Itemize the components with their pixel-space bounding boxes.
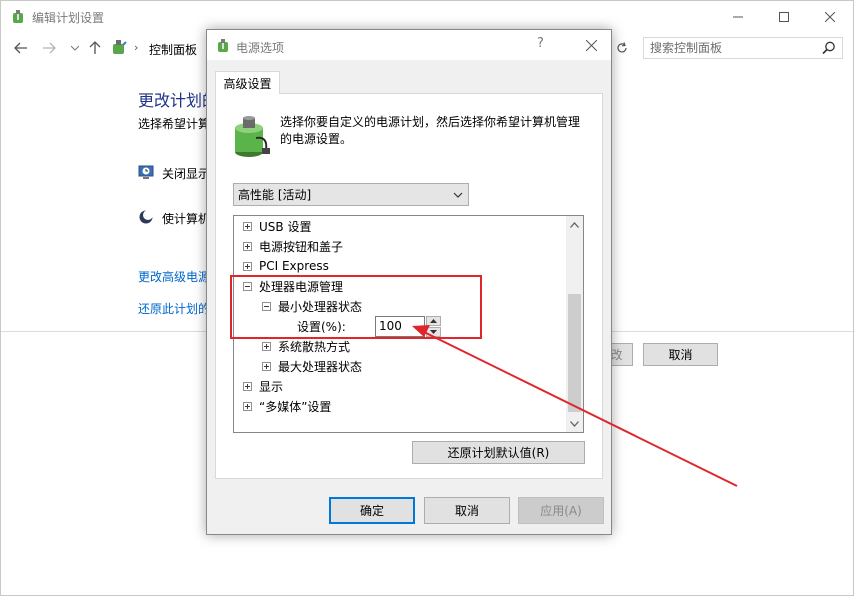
- minimize-button[interactable]: [715, 1, 761, 32]
- display-off-label: 关闭显示: [162, 167, 211, 181]
- tree-item-power-buttons-lid[interactable]: 电源按钮和盖子: [243, 236, 343, 256]
- breadcrumb-separator-icon: ›: [134, 41, 139, 54]
- tab-advanced-settings[interactable]: 高级设置: [215, 71, 280, 94]
- tree-item-multimedia[interactable]: “多媒体”设置: [243, 396, 331, 416]
- cancel-button[interactable]: 取消: [424, 497, 510, 524]
- tree-item-label: 最小处理器状态: [278, 299, 363, 314]
- tree-item-label: 处理器电源管理: [259, 279, 344, 294]
- tree-item-processor-power-management[interactable]: 处理器电源管理: [243, 276, 343, 296]
- expand-plus-icon[interactable]: [262, 361, 271, 371]
- search-input[interactable]: [644, 38, 814, 58]
- background-cancel-button[interactable]: 取消: [643, 343, 718, 366]
- title-bar: 编辑计划设置: [1, 1, 853, 32]
- apply-button[interactable]: 应用(A): [518, 497, 604, 524]
- collapse-minus-icon[interactable]: [262, 301, 271, 311]
- search-box[interactable]: [643, 37, 843, 59]
- back-arrow-icon[interactable]: [11, 38, 31, 58]
- breadcrumb-control-panel[interactable]: 控制面板: [149, 41, 197, 58]
- tree-item-label: “多媒体”设置: [259, 399, 332, 414]
- power-options-icon: [10, 8, 26, 24]
- tree-item-min-processor-state[interactable]: 最小处理器状态: [262, 296, 362, 316]
- restore-plan-defaults-button[interactable]: 还原计划默认值(R): [412, 441, 585, 464]
- sleep-label: 使计算机: [162, 212, 211, 226]
- scroll-up-icon[interactable]: [566, 216, 583, 233]
- power-options-dialog: 电源选项 ? 高级设置 选择你要自定义的电源计划，然后选择你希望计算机管理的电源…: [206, 29, 612, 535]
- tree-item-system-cooling-policy[interactable]: 系统散热方式: [262, 336, 350, 356]
- ok-button[interactable]: 确定: [329, 497, 415, 524]
- tree-scrollbar[interactable]: [566, 216, 583, 432]
- scroll-down-icon[interactable]: [566, 415, 583, 432]
- tree-item-usb[interactable]: USB 设置: [243, 216, 311, 236]
- panel-description: 选择你要自定义的电源计划，然后选择你希望计算机管理的电源设置。: [280, 115, 581, 146]
- dialog-close-icon[interactable]: [579, 34, 603, 56]
- tree-item-setting-percent: 设置(%):: [297, 316, 346, 336]
- control-panel-icon: [111, 39, 127, 55]
- chevron-down-icon: [453, 188, 463, 202]
- min-processor-state-input[interactable]: 100: [375, 316, 425, 337]
- spin-down-icon[interactable]: [426, 327, 441, 337]
- refresh-icon[interactable]: [609, 37, 633, 59]
- tree-item-display[interactable]: 显示: [243, 376, 283, 396]
- monitor-clock-icon: [138, 164, 154, 180]
- power-plan-select[interactable]: 高性能 [活动]: [233, 183, 469, 206]
- tree-item-max-processor-state[interactable]: 最大处理器状态: [262, 356, 362, 376]
- tree-item-pci-express[interactable]: PCI Express: [243, 256, 329, 276]
- dialog-title: 电源选项: [236, 41, 285, 55]
- search-icon[interactable]: [822, 41, 836, 58]
- battery-power-icon: [232, 114, 272, 158]
- expand-plus-icon[interactable]: [243, 221, 252, 231]
- tree-item-label: 系统散热方式: [278, 339, 351, 354]
- recent-locations-chevron-icon[interactable]: [65, 38, 85, 58]
- restore-defaults-link[interactable]: 还原此计划的: [138, 300, 210, 317]
- settings-tree[interactable]: USB 设置 电源按钮和盖子 PCI Express 处理器电源管理 最小处理器…: [233, 215, 584, 433]
- close-button[interactable]: [807, 1, 853, 32]
- change-advanced-power-link[interactable]: 更改高级电源: [138, 268, 210, 285]
- tree-item-label: PCI Express: [259, 259, 329, 273]
- background-cancel-label: 取消: [668, 348, 693, 362]
- tree-item-label: USB 设置: [259, 219, 312, 234]
- up-arrow-icon[interactable]: [85, 38, 105, 58]
- expand-plus-icon[interactable]: [243, 401, 252, 411]
- help-button[interactable]: ?: [537, 36, 544, 51]
- spin-up-icon[interactable]: [426, 316, 441, 326]
- expand-plus-icon[interactable]: [243, 261, 252, 271]
- expand-plus-icon[interactable]: [243, 381, 252, 391]
- value-spinner[interactable]: [426, 316, 441, 337]
- dialog-title-bar: 电源选项 ?: [207, 30, 611, 60]
- setting-percent-label: 设置(%):: [297, 319, 346, 334]
- window-title: 编辑计划设置: [32, 11, 105, 25]
- page-subheading: 选择希望计算: [138, 117, 211, 131]
- forward-arrow-icon[interactable]: [39, 38, 59, 58]
- power-options-icon: [215, 37, 231, 53]
- scrollbar-thumb[interactable]: [568, 294, 581, 412]
- moon-sleep-icon: [138, 209, 154, 225]
- power-plan-selected-value: 高性能 [活动]: [238, 188, 312, 202]
- tree-item-label: 显示: [259, 379, 284, 394]
- maximize-button[interactable]: [761, 1, 807, 32]
- collapse-minus-icon[interactable]: [243, 281, 252, 291]
- tree-item-label: 最大处理器状态: [278, 359, 363, 374]
- expand-plus-icon[interactable]: [262, 341, 271, 351]
- expand-plus-icon[interactable]: [243, 241, 252, 251]
- save-changes-label: 改: [610, 348, 623, 362]
- tree-item-label: 电源按钮和盖子: [259, 239, 344, 254]
